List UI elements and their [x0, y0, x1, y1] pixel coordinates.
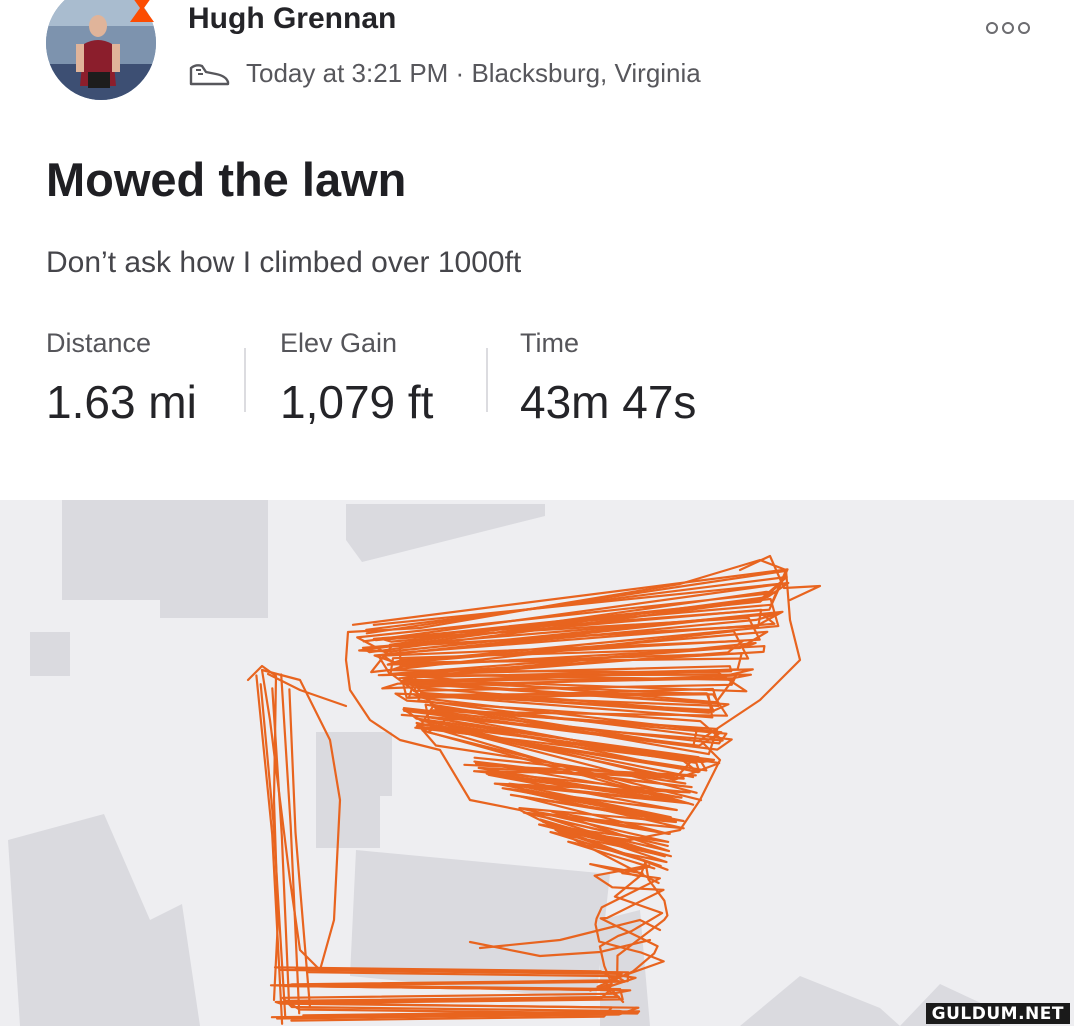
route-segment [255, 674, 284, 1025]
activity-description: Don’t ask how I climbed over 1000ft [46, 246, 522, 279]
map-building [30, 632, 70, 676]
more-options-button[interactable] [986, 20, 1030, 36]
stat-value: 1,079 ft [280, 376, 434, 428]
map-building [8, 814, 200, 1026]
stat-value: 43m 47s [520, 376, 697, 428]
map-canvas [8, 500, 1000, 1026]
stat-value: 1.63 mi [46, 376, 197, 428]
route-map[interactable]: GULDUM.NET [0, 500, 1074, 1026]
more-dot-icon [1002, 22, 1014, 34]
more-dot-icon [986, 22, 998, 34]
map-building [346, 504, 545, 562]
map-building [316, 732, 392, 848]
map-building [62, 500, 268, 618]
more-dot-icon [1018, 22, 1030, 34]
stat-label: Distance [46, 328, 152, 358]
stat-distance: Distance 1.63 mi [46, 328, 197, 429]
athlete-name[interactable]: Hugh Grennan [188, 2, 396, 36]
stat-elev-gain: Elev Gain 1,079 ft [280, 328, 433, 429]
map-building [740, 976, 900, 1026]
stat-label: Time [520, 328, 579, 358]
map-buildings [8, 500, 1000, 1026]
map-building [350, 850, 610, 1000]
stat-label: Elev Gain [280, 328, 398, 358]
stat-divider [244, 348, 246, 412]
stat-time: Time 43m 47s [520, 328, 696, 429]
activity-header: Hugh Grennan Today at 3:21 PM · Blacksbu… [0, 0, 1074, 110]
shoe-icon [189, 64, 230, 86]
subscriber-badge-icon [130, 0, 154, 22]
activity-meta: Today at 3:21 PM · Blacksburg, Virginia [188, 56, 701, 90]
activity-time-location: Today at 3:21 PM · Blacksburg, Virginia [246, 57, 701, 88]
route-segment [266, 672, 348, 708]
stat-divider [486, 348, 488, 412]
watermark: GULDUM.NET [925, 1003, 1070, 1024]
activity-title[interactable]: Mowed the lawn [46, 152, 406, 207]
